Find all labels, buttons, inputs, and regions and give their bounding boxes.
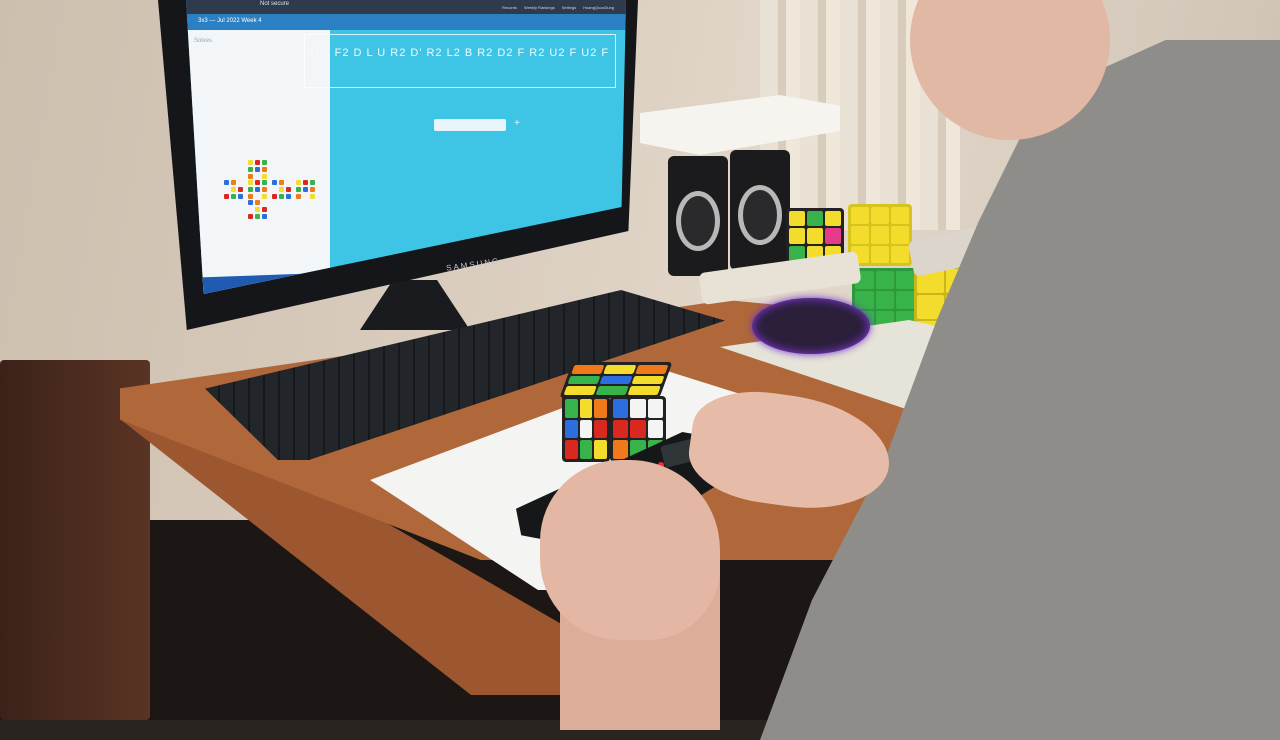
gaming-mouse xyxy=(752,298,870,354)
net-sticker xyxy=(279,194,284,199)
net-sticker xyxy=(255,180,260,185)
net-sticker xyxy=(255,194,260,199)
net-sticker xyxy=(255,214,260,219)
net-sticker xyxy=(286,194,291,199)
net-sticker xyxy=(224,194,229,199)
site-menu: Records Weekly Rankings Settings HoangQu… xyxy=(502,5,622,10)
net-sticker xyxy=(296,194,301,199)
net-sticker xyxy=(248,160,253,165)
net-sticker xyxy=(303,180,308,185)
net-sticker xyxy=(296,180,301,185)
net-sticker xyxy=(262,160,267,165)
net-sticker xyxy=(248,174,253,179)
url-text[interactable]: Not secure xyxy=(260,1,289,7)
net-sticker xyxy=(238,194,243,199)
net-sticker xyxy=(248,187,253,192)
net-sticker xyxy=(279,187,284,192)
scramble-text: U L F2 D L U R2 D' R2 L2 B R2 D2 F R2 U2… xyxy=(310,47,610,59)
net-sticker xyxy=(255,174,260,179)
net-sticker xyxy=(248,207,253,212)
menu-item[interactable]: HoangQuocDung xyxy=(583,5,614,10)
time-input[interactable] xyxy=(434,119,506,131)
net-sticker xyxy=(231,180,236,185)
net-sticker xyxy=(286,180,291,185)
solves-label: Solves xyxy=(194,38,213,44)
page-title: 3x3 — Jul 2022 Week 4 xyxy=(198,18,262,24)
menu-item[interactable]: Weekly Rankings xyxy=(524,5,555,10)
browser-bar: Not secure Records Weekly Rankings Setti… xyxy=(186,0,626,14)
speaker-left xyxy=(668,156,728,276)
net-sticker xyxy=(262,200,267,205)
net-sticker xyxy=(238,180,243,185)
net-sticker xyxy=(248,194,253,199)
net-sticker xyxy=(262,194,267,199)
net-sticker xyxy=(279,180,284,185)
net-sticker xyxy=(248,200,253,205)
net-sticker xyxy=(224,180,229,185)
net-sticker xyxy=(272,187,277,192)
net-sticker xyxy=(248,167,253,172)
net-sticker xyxy=(231,187,236,192)
net-sticker xyxy=(310,180,315,185)
net-sticker xyxy=(262,214,267,219)
net-sticker xyxy=(255,160,260,165)
net-sticker xyxy=(303,194,308,199)
net-sticker xyxy=(310,187,315,192)
net-sticker xyxy=(303,187,308,192)
cube-left-face xyxy=(562,396,610,462)
menu-item[interactable]: Records xyxy=(502,5,517,10)
net-sticker xyxy=(255,187,260,192)
left-hand xyxy=(540,460,720,640)
net-sticker xyxy=(248,214,253,219)
speaker-right xyxy=(730,150,790,270)
net-sticker xyxy=(272,180,277,185)
net-sticker xyxy=(255,200,260,205)
net-sticker xyxy=(255,207,260,212)
scramble-box: U L F2 D L U R2 D' R2 L2 B R2 D2 F R2 U2… xyxy=(304,34,616,88)
net-sticker xyxy=(272,194,277,199)
page-header: 3x3 — Jul 2022 Week 4 xyxy=(186,14,626,30)
net-sticker xyxy=(262,174,267,179)
net-sticker xyxy=(286,187,291,192)
net-sticker xyxy=(262,187,267,192)
net-sticker xyxy=(224,187,229,192)
net-sticker xyxy=(262,207,267,212)
plus-button[interactable]: + xyxy=(510,118,524,132)
net-sticker xyxy=(310,194,315,199)
net-sticker xyxy=(231,194,236,199)
net-sticker xyxy=(262,180,267,185)
net-sticker xyxy=(296,187,301,192)
menu-item[interactable]: Settings xyxy=(562,5,576,10)
net-sticker xyxy=(255,167,260,172)
net-sticker xyxy=(248,180,253,185)
cube-top-face xyxy=(559,362,673,398)
net-sticker xyxy=(262,167,267,172)
net-sticker xyxy=(238,187,243,192)
